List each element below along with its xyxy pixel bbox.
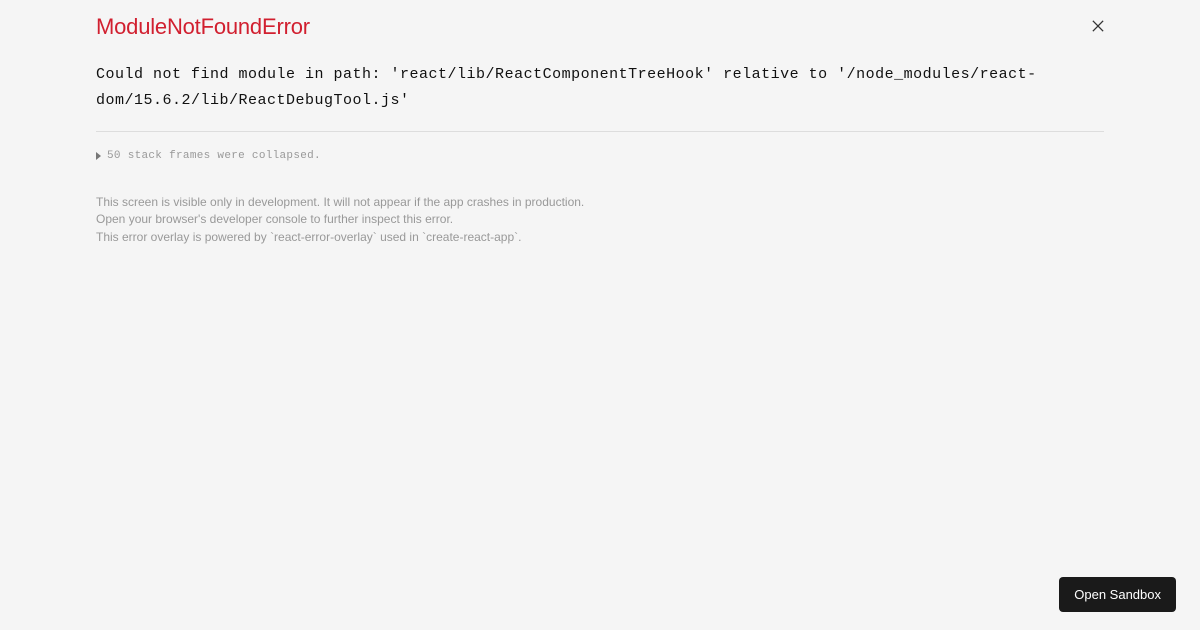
open-sandbox-button[interactable]: Open Sandbox bbox=[1059, 577, 1176, 612]
triangle-right-icon bbox=[96, 152, 101, 160]
stack-collapsed-label: 50 stack frames were collapsed. bbox=[107, 150, 321, 162]
stack-frames-toggle[interactable]: 50 stack frames were collapsed. bbox=[96, 150, 1104, 162]
footer-line: This screen is visible only in developme… bbox=[96, 194, 1104, 211]
error-title: ModuleNotFoundError bbox=[96, 14, 310, 40]
close-icon bbox=[1092, 20, 1104, 35]
footer-info: This screen is visible only in developme… bbox=[96, 194, 1104, 246]
divider bbox=[96, 131, 1104, 132]
close-button[interactable] bbox=[1088, 16, 1108, 39]
footer-line: This error overlay is powered by `react-… bbox=[96, 229, 1104, 246]
error-message: Could not find module in path: 'react/li… bbox=[96, 62, 1104, 113]
footer-line: Open your browser's developer console to… bbox=[96, 211, 1104, 228]
